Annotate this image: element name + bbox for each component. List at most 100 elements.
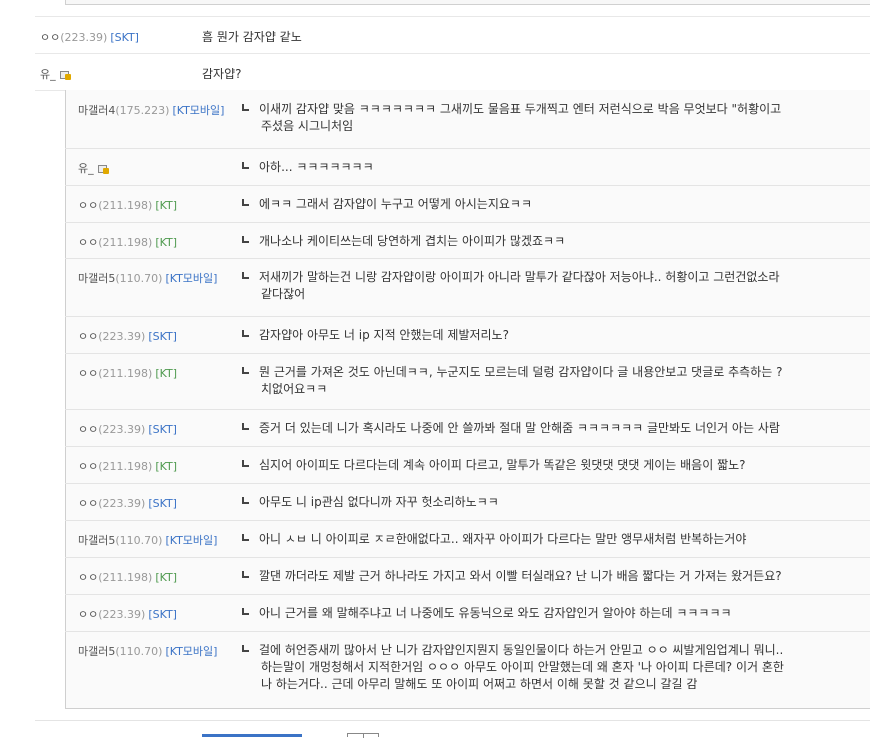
- reply-text: 저새끼가 말하는건 니랑 감자얍이랑 아이피가 아니라 말투가 같다잖아 저능아…: [242, 269, 870, 303]
- reply-author[interactable]: ㅇㅇ(223.39) [SKT]: [78, 328, 177, 344]
- reply-line: 나 하는거다.. 근데 아무리 말해도 또 아이피 어쩌고 하면서 이해 못할 …: [261, 677, 698, 691]
- reply-text: 걸에 허언증새끼 많아서 난 니가 감자얍인지뭔지 동일인물이다 하는거 안믿고…: [242, 642, 870, 693]
- reply-arrow-icon: [242, 330, 249, 337]
- nickname[interactable]: ㅇㅇ: [78, 199, 98, 212]
- carrier-badge: [KT]: [155, 367, 177, 380]
- reply-row: ㅇㅇ(223.39) [SKT] 아니 근거를 왜 말해주냐고 너 나중에도 유동닉…: [65, 595, 870, 631]
- nickname[interactable]: ㅇㅇ: [78, 608, 98, 621]
- reply-arrow-icon: [242, 497, 249, 504]
- reply-author[interactable]: ㅇㅇ(223.39) [SKT]: [78, 606, 177, 622]
- reply-author[interactable]: ㅇㅇ(223.39) [SKT]: [78, 421, 177, 437]
- reply-text: 이새끼 감자얍 맞음 ㅋㅋㅋㅋㅋㅋㅋ 그새끼도 물음표 두개찍고 엔터 저런식으…: [242, 101, 870, 135]
- comment-row: ㅇㅇ(223.39) [SKT] 흠 뭔가 감자얍 같노: [35, 17, 870, 53]
- reply-row: 마갤러5(110.70) [KT모바일] 아니 ㅅㅂ 니 아이피로 ㅈㄹ한애없다고.…: [65, 521, 870, 557]
- reply-author[interactable]: ㅇㅇ(211.198) [KT]: [78, 458, 177, 474]
- nickname[interactable]: ㅇㅇ: [78, 423, 98, 436]
- reply-line: 깔댄 까더라도 제발 근거 하나라도 가지고 와서 이빨 터실래요? 난 니가 …: [259, 569, 782, 583]
- carrier-badge: [KT]: [155, 199, 177, 212]
- nickname[interactable]: ㅇㅇ: [78, 330, 98, 343]
- reply-row: ㅇㅇ(223.39) [SKT] 감자얍아 아무도 너 ip 지적 안했는데 제발저…: [65, 317, 870, 353]
- ip-address: (223.39): [98, 423, 146, 436]
- carrier-badge: [SKT]: [110, 31, 139, 44]
- reply-arrow-icon: [242, 460, 249, 467]
- reply-line: 주셨음 시그니처임: [261, 119, 354, 133]
- reply-line: 에ㅋㅋ 그래서 감자얍이 누구고 어떻게 아시는지요ㅋㅋ: [259, 197, 532, 211]
- reply-author[interactable]: ㅇㅇ(223.39) [SKT]: [78, 495, 177, 511]
- reply-author[interactable]: 마갤러4(175.223) [KT모바일]: [78, 102, 224, 118]
- reply-line: 증거 더 있는데 니가 혹시라도 나중에 안 쓸까봐 절대 말 안해줌 ㅋㅋㅋㅋ…: [259, 421, 780, 435]
- ip-address: (110.70): [115, 272, 163, 285]
- ip-address: (211.198): [98, 460, 153, 473]
- reply-arrow-icon: [242, 645, 249, 652]
- nickname[interactable]: ㅇㅇ: [78, 460, 98, 473]
- member-lock-icon: [59, 71, 71, 80]
- carrier-badge: [SKT]: [148, 497, 177, 510]
- ip-address: (211.198): [98, 571, 153, 584]
- carrier-badge: [KT]: [155, 460, 177, 473]
- reply-text: 아니 ㅅㅂ 니 아이피로 ㅈㄹ한애없다고.. 왜자꾸 아이피가 다르다는 말만 …: [242, 531, 870, 548]
- reply-text: 증거 더 있는데 니가 혹시라도 나중에 안 쓸까봐 절대 말 안해줌 ㅋㅋㅋㅋ…: [242, 420, 870, 437]
- reply-author[interactable]: ㅇㅇ(211.198) [KT]: [78, 569, 177, 585]
- nickname[interactable]: 마갤러5: [78, 534, 115, 547]
- ip-address: (211.198): [98, 367, 153, 380]
- member-lock-icon: [97, 165, 109, 174]
- reply-author[interactable]: ㅇㅇ(211.198) [KT]: [78, 234, 177, 250]
- reply-row: 마갤러5(110.70) [KT모바일] 걸에 허언증새끼 많아서 난 니가 감자얍…: [65, 632, 870, 708]
- reply-row: ㅇㅇ(223.39) [SKT] 아무도 니 ip관심 없다니까 자꾸 헛소리하노ㅋ…: [65, 484, 870, 520]
- carrier-badge: [KT모바일]: [165, 272, 218, 285]
- nickname[interactable]: 마갤러5: [78, 645, 115, 658]
- reply-line: 같다잖어: [261, 287, 306, 301]
- carrier-badge: [SKT]: [148, 330, 177, 343]
- nickname[interactable]: ㅇㅇ: [78, 367, 98, 380]
- nickname[interactable]: 마갤러4: [78, 104, 115, 117]
- nickname[interactable]: 유_: [40, 68, 56, 81]
- reply-text: 아니 근거를 왜 말해주냐고 너 나중에도 유동닉으로 와도 감자얍인거 알아야…: [242, 605, 870, 622]
- ip-address: (110.70): [115, 645, 163, 658]
- pagination-box[interactable]: [347, 733, 379, 738]
- reply-author[interactable]: ㅇㅇ(211.198) [KT]: [78, 197, 177, 213]
- nickname[interactable]: 유_: [78, 162, 94, 175]
- carrier-badge: [KT]: [155, 236, 177, 249]
- nickname[interactable]: ㅇㅇ: [78, 571, 98, 584]
- reply-author[interactable]: 유_: [78, 160, 109, 176]
- reply-row: 유_ 아하... ㅋㅋㅋㅋㅋㅋㅋ: [65, 149, 870, 185]
- reply-line: 아니 ㅅㅂ 니 아이피로 ㅈㄹ한애없다고.. 왜자꾸 아이피가 다르다는 말만 …: [259, 532, 747, 546]
- reply-row: ㅇㅇ(211.198) [KT] 에ㅋㅋ 그래서 감자얍이 누구고 어떻게 아시는지…: [65, 186, 870, 222]
- reply-text: 깔댄 까더라도 제발 근거 하나라도 가지고 와서 이빨 터실래요? 난 니가 …: [242, 568, 870, 585]
- reply-text: 아하... ㅋㅋㅋㅋㅋㅋㅋ: [242, 159, 870, 176]
- reply-line: 저새끼가 말하는건 니랑 감자얍이랑 아이피가 아니라 말투가 같다잖아 저능아…: [259, 270, 780, 284]
- reply-author[interactable]: 마갤러5(110.70) [KT모바일]: [78, 532, 217, 548]
- reply-line: 아하... ㅋㅋㅋㅋㅋㅋㅋ: [259, 160, 374, 174]
- reply-text: 에ㅋㅋ 그래서 감자얍이 누구고 어떻게 아시는지요ㅋㅋ: [242, 196, 870, 213]
- comment-author[interactable]: ㅇㅇ(223.39) [SKT]: [40, 29, 139, 45]
- reply-row: ㅇㅇ(223.39) [SKT] 증거 더 있는데 니가 혹시라도 나중에 안 쓸까…: [65, 410, 870, 446]
- reply-author[interactable]: 마갤러5(110.70) [KT모바일]: [78, 270, 217, 286]
- ip-address: (223.39): [98, 497, 146, 510]
- carrier-badge: [SKT]: [148, 608, 177, 621]
- reply-arrow-icon: [242, 162, 249, 169]
- reply-line: 하는말이 개멍청해서 지적한거임 ㅇㅇㅇ 아무도 아이피 안말했는데 왜 혼자 …: [261, 660, 784, 674]
- carrier-badge: [KT모바일]: [165, 645, 218, 658]
- reply-line: 이새끼 감자얍 맞음 ㅋㅋㅋㅋㅋㅋㅋ 그새끼도 물음표 두개찍고 엔터 저런식으…: [259, 102, 782, 116]
- reply-author[interactable]: ㅇㅇ(211.198) [KT]: [78, 365, 177, 381]
- reply-arrow-icon: [242, 534, 249, 541]
- reply-author[interactable]: 마갤러5(110.70) [KT모바일]: [78, 643, 217, 659]
- nickname[interactable]: 마갤러5: [78, 272, 115, 285]
- reply-line: 뭔 근거를 가져온 것도 아닌데ㅋㅋ, 누군지도 모르는데 덜렁 감자얍이다 글…: [259, 365, 783, 379]
- reply-line: 걸에 허언증새끼 많아서 난 니가 감자얍인지뭔지 동일인물이다 하는거 안믿고…: [259, 643, 784, 657]
- reply-arrow-icon: [242, 367, 249, 374]
- reply-arrow-icon: [242, 199, 249, 206]
- reply-row: ㅇㅇ(211.198) [KT] 심지어 아이피도 다르다는데 계속 아이피 다르고…: [65, 447, 870, 483]
- comment-author[interactable]: 유_: [40, 66, 71, 82]
- reply-text: 심지어 아이피도 다르다는데 계속 아이피 다르고, 말투가 똑같은 윗댓댓 댓…: [242, 457, 870, 474]
- ip-address: (211.198): [98, 199, 153, 212]
- nickname[interactable]: ㅇㅇ: [78, 497, 98, 510]
- reply-row: 마갤러4(175.223) [KT모바일] 이새끼 감자얍 맞음 ㅋㅋㅋㅋㅋㅋㅋ 그…: [65, 91, 870, 148]
- reply-row: 마갤러5(110.70) [KT모바일] 저새끼가 말하는건 니랑 감자얍이랑 아이…: [65, 259, 870, 316]
- nickname[interactable]: ㅇㅇ: [78, 236, 98, 249]
- reply-line: 아니 근거를 왜 말해주냐고 너 나중에도 유동닉으로 와도 감자얍인거 알아야…: [259, 606, 732, 620]
- reply-arrow-icon: [242, 608, 249, 615]
- reply-text: 개나소나 케이티쓰는데 당연하게 겹치는 아이피가 많겠죠ㅋㅋ: [242, 233, 870, 250]
- ip-address: (223.39): [98, 608, 146, 621]
- nickname[interactable]: ㅇㅇ: [40, 31, 60, 44]
